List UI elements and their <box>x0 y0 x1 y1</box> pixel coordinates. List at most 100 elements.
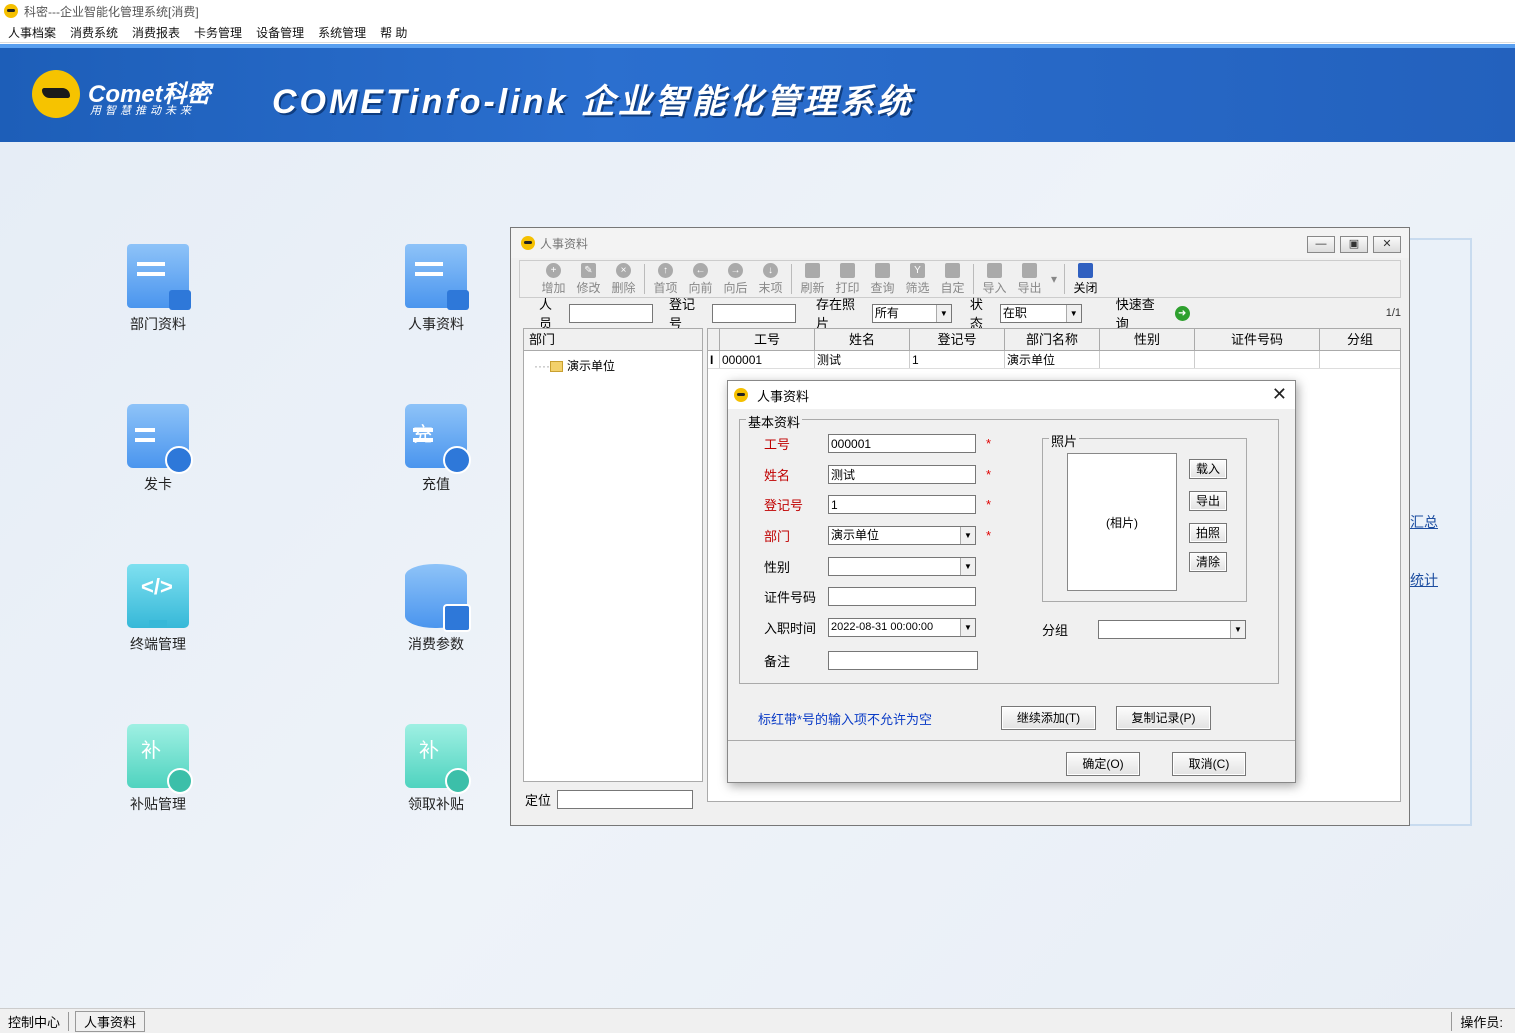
hire-date-picker[interactable]: 2022-08-31 00:00:00 ▼ <box>828 618 976 637</box>
status-tab-control-center[interactable]: 控制中心 <box>0 1011 70 1031</box>
group-select[interactable]: ▼ <box>1098 620 1246 639</box>
toolbar-close-button[interactable]: 关闭 <box>1068 262 1103 296</box>
idno-input[interactable] <box>828 587 976 606</box>
tile-personnel[interactable]: 人事资料 <box>376 244 496 334</box>
chevron-down-icon: ▼ <box>960 619 975 636</box>
go-arrow-icon[interactable]: ➜ <box>1174 305 1190 321</box>
tile-terminal[interactable]: </> 终端管理 <box>98 564 218 654</box>
recharge-glyph: 充 <box>413 424 433 446</box>
status-tab-personnel[interactable]: 人事资料 <box>75 1010 146 1032</box>
toolbar-refresh-button[interactable]: 刷新 <box>795 262 830 296</box>
menu-item-system[interactable]: 系统管理 <box>318 24 366 41</box>
minimize-button[interactable]: — <box>1307 236 1335 253</box>
toolbar-search-button[interactable]: 查询 <box>865 262 900 296</box>
quick-search-label[interactable]: 快速查询 <box>1116 294 1168 332</box>
toolbar-delete-button[interactable]: × 删除 <box>606 262 641 296</box>
toolbar-export-button[interactable]: 导出 <box>1012 262 1047 296</box>
tile-label: 充值 <box>422 476 450 492</box>
menu-item-cards[interactable]: 卡务管理 <box>194 24 242 41</box>
toolbar-add-button[interactable]: + 增加 <box>536 262 571 296</box>
grid-col-regno[interactable]: 登记号 <box>910 329 1005 350</box>
regno-input[interactable] <box>711 303 796 323</box>
tile-recharge[interactable]: 充 充值 <box>376 404 496 494</box>
continue-add-button[interactable]: 继续添加(T) <box>1001 706 1096 730</box>
bg-link-summary[interactable]: 汇总 <box>1410 512 1438 532</box>
locate-input[interactable] <box>557 790 694 809</box>
tile-consumption-params[interactable]: 消费参数 <box>376 564 496 654</box>
table-row[interactable]: I 000001 测试 1 演示单位 <box>708 351 1400 369</box>
recharge-card-icon: 充 <box>405 404 471 474</box>
required-mark: * <box>986 436 992 451</box>
first-icon: ↑ <box>658 262 673 278</box>
toolbar-label: 增加 <box>541 280 566 295</box>
toolbar-label: 查询 <box>870 280 895 295</box>
comet-logo-icon <box>734 388 748 402</box>
empno-input[interactable] <box>828 434 976 453</box>
cancel-button[interactable]: 取消(C) <box>1172 752 1246 776</box>
clear-photo-button[interactable]: 清除 <box>1189 552 1227 572</box>
menu-item-devices[interactable]: 设备管理 <box>256 24 304 41</box>
copy-record-button[interactable]: 复制记录(P) <box>1116 706 1211 730</box>
grid-col-empno[interactable]: 工号 <box>720 329 815 350</box>
window-title: 人事资料 <box>540 236 589 251</box>
grid-col-group[interactable]: 分组 <box>1320 329 1400 350</box>
tree-item-demo-unit[interactable]: ···· 演示单位 <box>534 357 702 374</box>
grid-col-idno[interactable]: 证件号码 <box>1195 329 1320 350</box>
page-indicator: 1/1 <box>1385 307 1401 319</box>
bg-link-statistics[interactable]: 统计 <box>1410 570 1438 590</box>
toolbar-last-button[interactable]: ↓ 末项 <box>753 262 788 296</box>
comet-logo-icon <box>521 236 535 250</box>
toolbar-custom-button[interactable]: 自定 <box>935 262 970 296</box>
gender-select[interactable]: ▼ <box>828 557 976 576</box>
close-button[interactable]: ✕ <box>1373 236 1401 253</box>
toolbar-prev-button[interactable]: ← 向前 <box>683 262 718 296</box>
menu-item-help[interactable]: 帮 助 <box>380 24 407 41</box>
toolbar-print-button[interactable]: 打印 <box>830 262 865 296</box>
brand-slogan: 用智慧推动未来 <box>90 105 195 117</box>
remark-input[interactable] <box>828 651 978 670</box>
tile-issue-card[interactable]: 发卡 <box>98 404 218 494</box>
tile-department[interactable]: 部门资料 <box>98 244 218 334</box>
take-photo-button[interactable]: 拍照 <box>1189 523 1227 543</box>
tile-label: 领取补贴 <box>408 796 464 812</box>
regno-input[interactable] <box>828 495 976 514</box>
subsidy-glyph: 补 <box>419 740 439 762</box>
toolbar-import-button[interactable]: 导入 <box>977 262 1012 296</box>
field-gender: 性别 ▼ <box>764 557 976 576</box>
banner-stripe <box>0 44 1515 48</box>
department-doc-icon <box>127 244 191 310</box>
cell: 测试 <box>815 351 910 368</box>
cell <box>1195 351 1320 368</box>
grid-col-gender[interactable]: 性别 <box>1100 329 1195 350</box>
photo-filter-select[interactable]: 所有 ▼ <box>871 303 952 323</box>
toolbar-next-button[interactable]: → 向后 <box>718 262 753 296</box>
folder-check-icon <box>549 361 563 373</box>
person-input[interactable] <box>568 303 653 323</box>
export-dropdown-icon[interactable]: ▾ <box>1047 272 1061 286</box>
refresh-icon <box>805 262 820 278</box>
menu-item-personnel[interactable]: 人事档案 <box>8 24 56 41</box>
ok-button[interactable]: 确定(O) <box>1066 752 1140 776</box>
delete-icon: × <box>616 262 631 278</box>
tile-label: 终端管理 <box>130 636 186 652</box>
grid-col-dept[interactable]: 部门名称 <box>1005 329 1100 350</box>
toolbar-label: 导入 <box>982 280 1007 295</box>
grid-col-name[interactable]: 姓名 <box>815 329 910 350</box>
menu-item-consumption[interactable]: 消费系统 <box>70 24 118 41</box>
close-icon[interactable]: ✕ <box>1272 384 1287 405</box>
load-photo-button[interactable]: 载入 <box>1189 459 1227 479</box>
tile-receive-subsidy[interactable]: 补 领取补贴 <box>376 724 496 814</box>
name-input[interactable] <box>828 465 976 484</box>
menu-item-reports[interactable]: 消费报表 <box>132 24 180 41</box>
menubar: 人事档案 消费系统 消费报表 卡务管理 设备管理 系统管理 帮 助 <box>0 22 1515 43</box>
maximize-button[interactable]: ▣ <box>1340 236 1368 253</box>
tile-subsidy[interactable]: 补 补贴管理 <box>98 724 218 814</box>
status-select[interactable]: 在职 ▼ <box>999 303 1082 323</box>
toolbar-first-button[interactable]: ↑ 首项 <box>648 262 683 296</box>
dept-select[interactable]: 演示单位 ▼ <box>828 526 976 545</box>
search-icon <box>875 262 890 278</box>
toolbar-filter-button[interactable]: Y 筛选 <box>900 262 935 296</box>
toolbar-label: 向后 <box>723 280 748 295</box>
export-photo-button[interactable]: 导出 <box>1189 491 1227 511</box>
toolbar-edit-button[interactable]: ✎ 修改 <box>571 262 606 296</box>
